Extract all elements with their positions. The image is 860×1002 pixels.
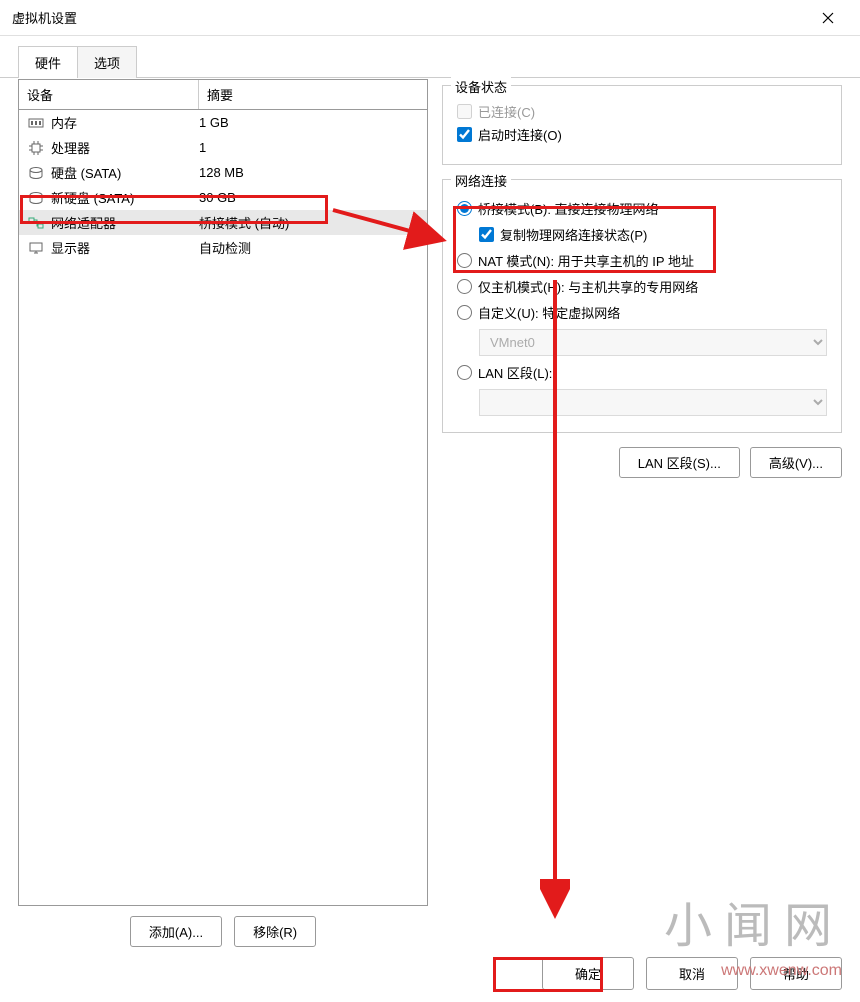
lan-label: LAN 区段(L): xyxy=(478,363,552,382)
connected-checkbox-row[interactable]: 已连接(C) xyxy=(457,102,827,121)
close-icon xyxy=(822,12,834,24)
device-name: 显示器 xyxy=(51,238,199,257)
custom-radio-row[interactable]: 自定义(U): 特定虚拟网络 xyxy=(457,303,827,322)
network-connection-title: 网络连接 xyxy=(451,171,511,190)
cpu-icon xyxy=(27,141,45,155)
connected-checkbox[interactable] xyxy=(457,104,472,119)
ok-button[interactable]: 确定 xyxy=(542,957,634,990)
bridged-radio-row[interactable]: 桥接模式(B): 直接连接物理网络 xyxy=(457,199,827,218)
close-button[interactable] xyxy=(808,4,848,32)
disk-icon xyxy=(27,166,45,180)
device-name: 网络适配器 xyxy=(51,213,199,232)
lan-select[interactable] xyxy=(479,389,827,416)
nat-radio-row[interactable]: NAT 模式(N): 用于共享主机的 IP 地址 xyxy=(457,251,827,270)
replicate-label: 复制物理网络连接状态(P) xyxy=(500,225,647,244)
bridged-label: 桥接模式(B): 直接连接物理网络 xyxy=(478,199,659,218)
lan-radio-row[interactable]: LAN 区段(L): xyxy=(457,363,827,382)
lan-radio[interactable] xyxy=(457,365,472,380)
custom-label: 自定义(U): 特定虚拟网络 xyxy=(478,303,620,322)
display-icon xyxy=(27,241,45,255)
connect-start-checkbox[interactable] xyxy=(457,127,472,142)
device-row-cpu[interactable]: 处理器1 xyxy=(19,135,427,160)
device-table: 设备 摘要 内存1 GB处理器1硬盘 (SATA)128 MB新硬盘 (SATA… xyxy=(18,79,428,906)
device-row-display[interactable]: 显示器自动检测 xyxy=(19,235,427,260)
cancel-button[interactable]: 取消 xyxy=(646,957,738,990)
device-name: 处理器 xyxy=(51,138,199,157)
advanced-button[interactable]: 高级(V)... xyxy=(750,447,842,478)
hostonly-radio-row[interactable]: 仅主机模式(H): 与主机共享的专用网络 xyxy=(457,277,827,296)
replicate-checkbox[interactable] xyxy=(479,227,494,242)
network-connection-group: 网络连接 桥接模式(B): 直接连接物理网络 复制物理网络连接状态(P) NAT… xyxy=(442,179,842,433)
col-header-summary: 摘要 xyxy=(199,80,427,109)
help-button[interactable]: 帮助 xyxy=(750,957,842,990)
custom-select[interactable]: VMnet0 xyxy=(479,329,827,356)
disk-icon xyxy=(27,191,45,205)
custom-radio[interactable] xyxy=(457,305,472,320)
device-summary: 30 GB xyxy=(199,190,419,205)
bridged-radio[interactable] xyxy=(457,201,472,216)
window-title: 虚拟机设置 xyxy=(12,8,808,27)
memory-icon xyxy=(27,116,45,130)
device-row-disk[interactable]: 新硬盘 (SATA)30 GB xyxy=(19,185,427,210)
device-summary: 128 MB xyxy=(199,165,419,180)
remove-button[interactable]: 移除(R) xyxy=(234,916,316,947)
device-name: 新硬盘 (SATA) xyxy=(51,188,199,207)
lan-segment-button[interactable]: LAN 区段(S)... xyxy=(619,447,740,478)
device-name: 硬盘 (SATA) xyxy=(51,163,199,182)
replicate-checkbox-row[interactable]: 复制物理网络连接状态(P) xyxy=(479,225,827,244)
device-row-network[interactable]: 网络适配器桥接模式 (自动) xyxy=(19,210,427,235)
connect-start-label: 启动时连接(O) xyxy=(478,125,562,144)
device-row-disk[interactable]: 硬盘 (SATA)128 MB xyxy=(19,160,427,185)
device-row-memory[interactable]: 内存1 GB xyxy=(19,110,427,135)
hostonly-label: 仅主机模式(H): 与主机共享的专用网络 xyxy=(478,277,698,296)
connected-label: 已连接(C) xyxy=(478,102,535,121)
device-summary: 桥接模式 (自动) xyxy=(199,213,419,232)
col-header-device: 设备 xyxy=(19,80,199,109)
device-summary: 自动检测 xyxy=(199,238,419,257)
network-icon xyxy=(27,216,45,230)
tab-options[interactable]: 选项 xyxy=(77,46,137,78)
device-status-group: 设备状态 已连接(C) 启动时连接(O) xyxy=(442,85,842,165)
tab-hardware[interactable]: 硬件 xyxy=(18,46,78,78)
device-summary: 1 xyxy=(199,140,419,155)
nat-label: NAT 模式(N): 用于共享主机的 IP 地址 xyxy=(478,251,694,270)
add-button[interactable]: 添加(A)... xyxy=(130,916,222,947)
device-name: 内存 xyxy=(51,113,199,132)
nat-radio[interactable] xyxy=(457,253,472,268)
device-status-title: 设备状态 xyxy=(451,77,511,96)
hostonly-radio[interactable] xyxy=(457,279,472,294)
device-summary: 1 GB xyxy=(199,115,419,130)
connect-start-checkbox-row[interactable]: 启动时连接(O) xyxy=(457,125,827,144)
